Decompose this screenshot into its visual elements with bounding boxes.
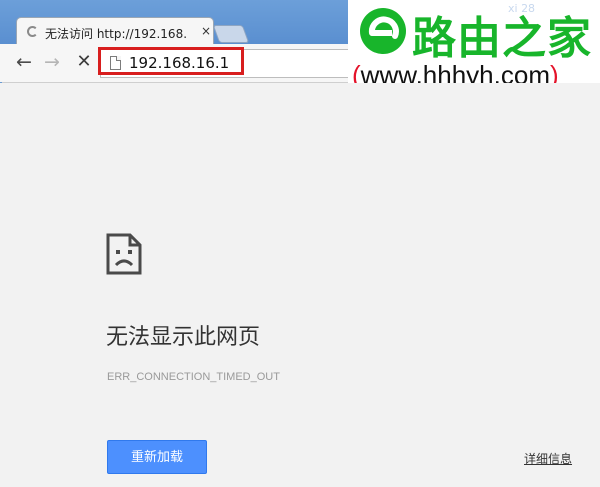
forward-arrow-icon[interactable]: → <box>41 51 63 73</box>
tab-title: 无法访问 http://192.168. <box>45 27 188 41</box>
tab-close-icon[interactable]: × <box>201 24 211 38</box>
url-highlight-box <box>98 47 244 75</box>
watermark-corner-text: xi 28 <box>508 2 536 15</box>
stop-icon[interactable]: ✕ <box>73 51 95 73</box>
loading-spinner-icon <box>27 26 38 37</box>
details-link[interactable]: 详细信息 <box>524 450 572 467</box>
back-arrow-icon[interactable]: ← <box>13 51 35 73</box>
new-tab-button[interactable] <box>212 25 250 43</box>
watermark-logo-icon <box>360 8 406 54</box>
error-code: ERR_CONNECTION_TIMED_OUT <box>107 371 280 383</box>
error-page: 无法显示此网页 ERR_CONNECTION_TIMED_OUT 重新加载 详细… <box>0 83 600 487</box>
watermark-site-name: 路由之家 <box>412 13 592 64</box>
sad-page-icon <box>106 233 142 275</box>
error-title: 无法显示此网页 <box>106 325 261 350</box>
browser-tab[interactable]: 无法访问 http://192.168. × <box>16 17 214 46</box>
reload-button[interactable]: 重新加载 <box>107 440 207 474</box>
